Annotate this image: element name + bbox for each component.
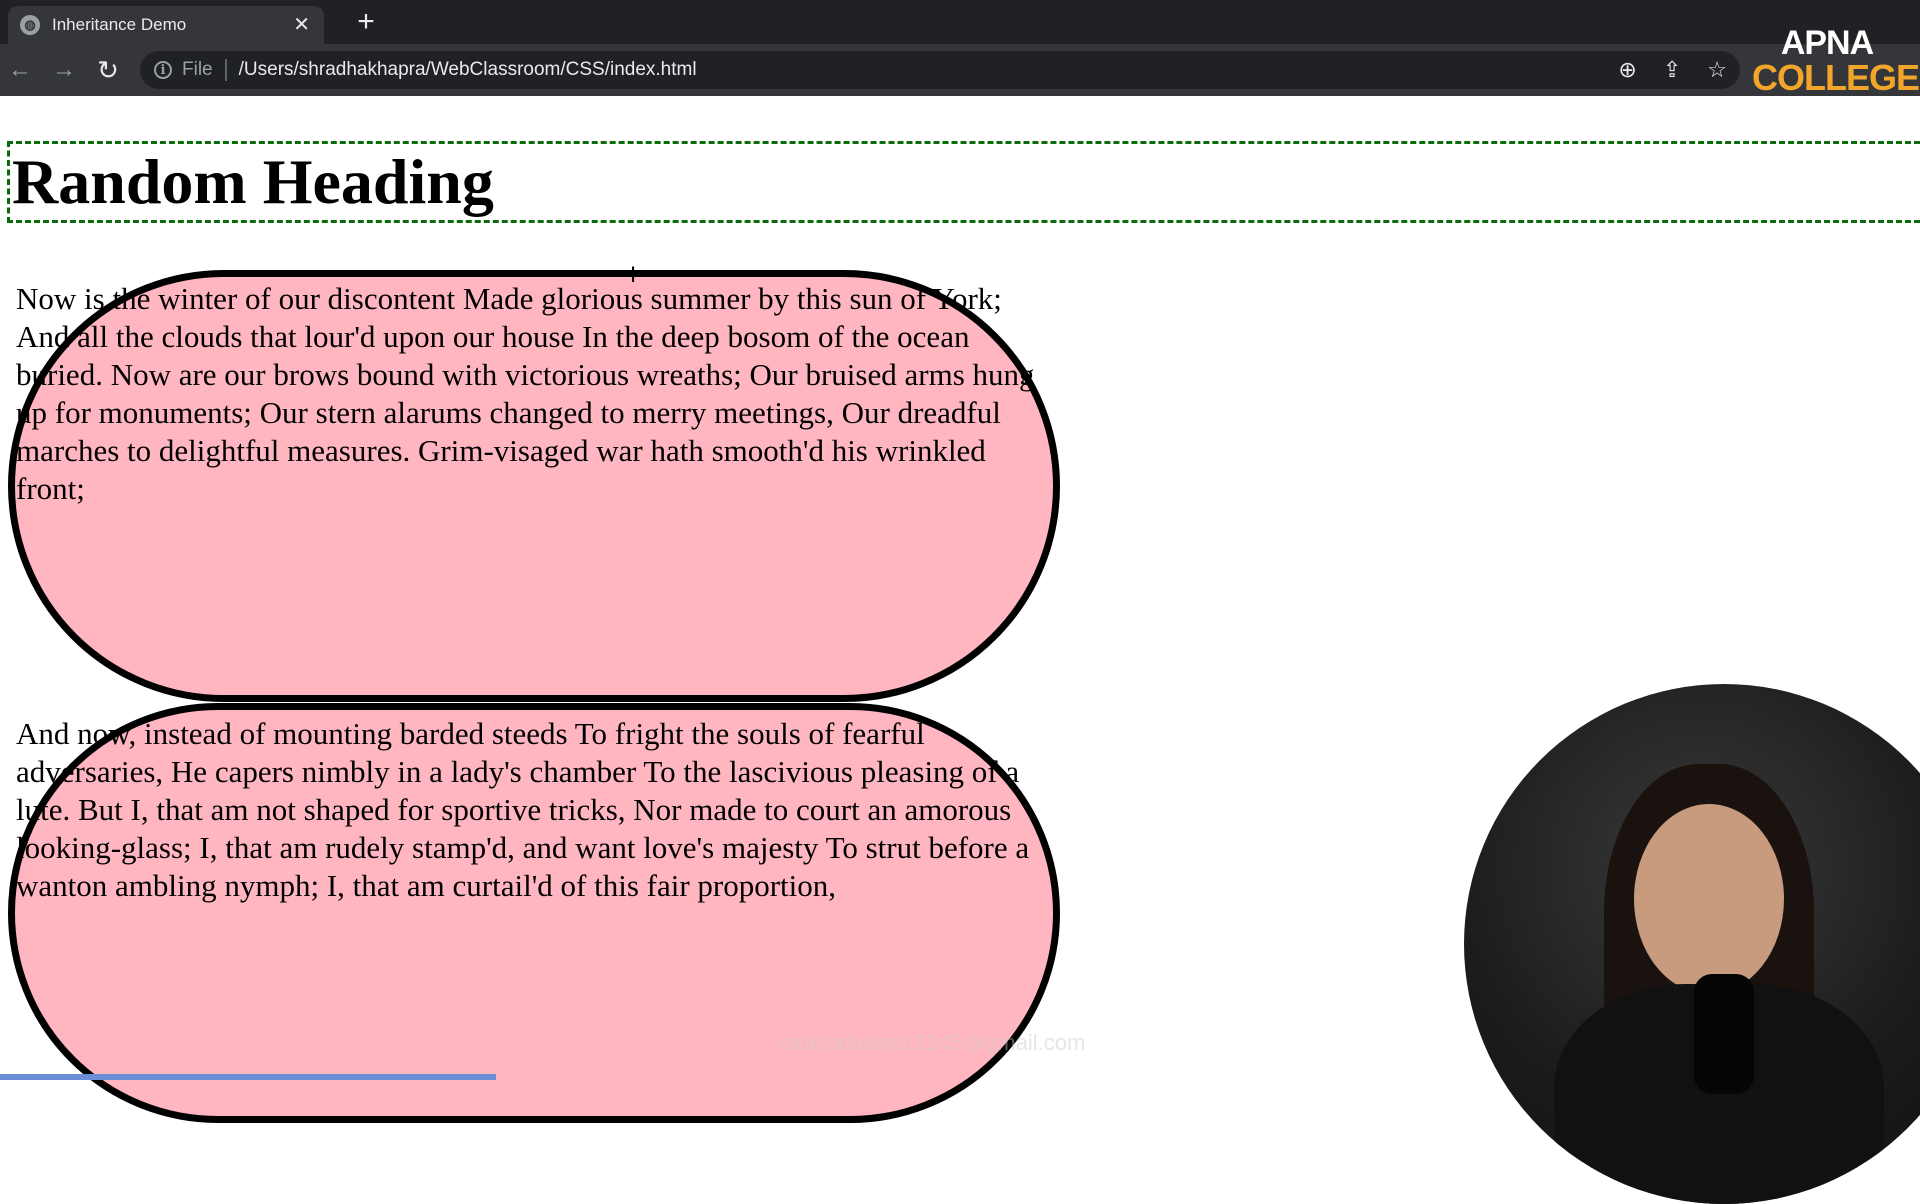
video-progress-bar[interactable] <box>0 1074 496 1080</box>
globe-icon: ◍ <box>20 15 40 35</box>
microphone <box>1694 974 1754 1094</box>
logo-line1: APNA <box>1780 24 1874 62</box>
reload-icon[interactable]: ↻ <box>92 54 124 86</box>
channel-logo: APNA COLLEGE <box>1752 24 1920 98</box>
tab-inheritance-demo[interactable]: ◍ Inheritance Demo ✕ <box>8 6 324 44</box>
forward-icon[interactable]: → <box>48 54 80 86</box>
tab-title: Inheritance Demo <box>52 15 187 34</box>
presenter-webcam <box>1464 684 1920 1204</box>
browser-toolbar: ← → ↻ i File /Users/shradhakhapra/WebCla… <box>0 44 1920 96</box>
logo-line2: COLLEGE <box>1752 57 1920 98</box>
page-heading: Random Heading <box>12 146 494 217</box>
close-icon[interactable]: ✕ <box>293 15 310 35</box>
share-icon[interactable]: ⇪ <box>1663 57 1681 83</box>
text-cursor-icon: I <box>630 262 637 287</box>
paragraph-2: And now, instead of mounting barded stee… <box>16 716 1030 903</box>
new-tab-button[interactable]: + <box>350 6 382 38</box>
paragraph-1: Now is the winter of our discontent Made… <box>16 281 1035 506</box>
scheme-label: File <box>182 59 213 80</box>
zoom-icon[interactable]: ⊕ <box>1618 57 1636 83</box>
presenter-face <box>1634 804 1784 994</box>
watermark: saitejadulam12345@gmail.com <box>778 1030 1086 1055</box>
separator <box>224 59 227 81</box>
tab-bar: ◍ Inheritance Demo ✕ + <box>0 0 1920 44</box>
bookmark-star-icon[interactable]: ☆ <box>1707 57 1727 83</box>
info-icon[interactable]: i <box>154 61 172 79</box>
url-text[interactable]: /Users/shradhakhapra/WebClassroom/CSS/in… <box>239 59 1606 81</box>
back-icon[interactable]: ← <box>4 54 36 86</box>
address-bar[interactable]: i File /Users/shradhakhapra/WebClassroom… <box>140 51 1740 89</box>
